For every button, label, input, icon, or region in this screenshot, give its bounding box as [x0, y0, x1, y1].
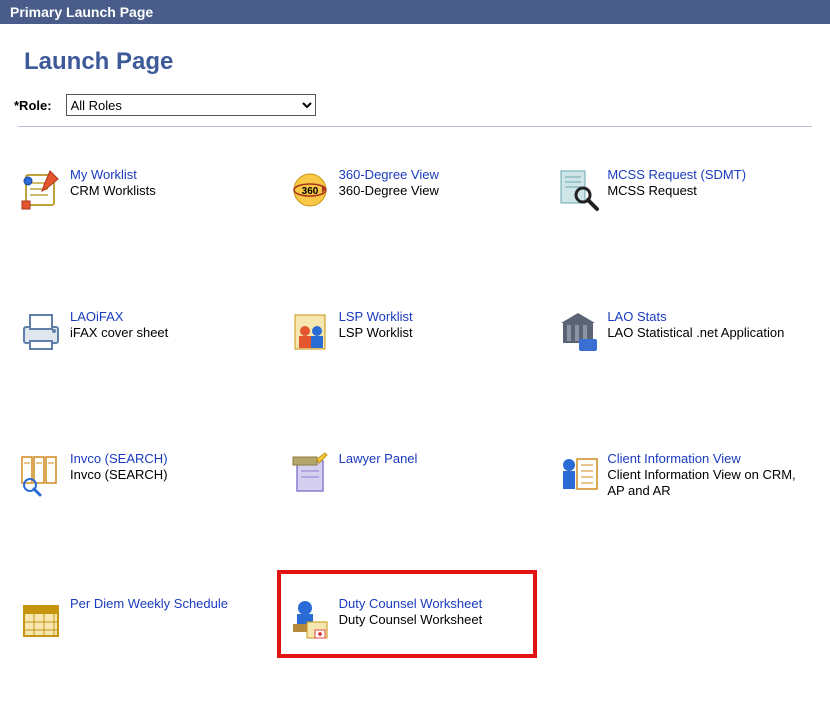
tile-link[interactable]: MCSS Request (SDMT): [607, 167, 746, 182]
content-area: Launch Page *Role: All Roles M: [0, 24, 830, 672]
tile-text: My Worklist CRM Worklists: [70, 167, 156, 199]
document-search-icon: [555, 167, 601, 213]
tile-lawyer-panel[interactable]: Lawyer Panel: [287, 451, 544, 500]
role-select[interactable]: All Roles: [66, 94, 316, 116]
tile-link[interactable]: LAO Stats: [607, 309, 784, 324]
tile-text: Lawyer Panel: [339, 451, 418, 467]
tile-desc: LSP Worklist: [339, 325, 413, 341]
person-files-icon: [287, 596, 333, 642]
client-info-icon: [555, 451, 601, 497]
tile-lsp[interactable]: LSP Worklist LSP Worklist: [287, 309, 544, 355]
tile-invco[interactable]: Invco (SEARCH) Invco (SEARCH): [18, 451, 275, 500]
svg-text:360: 360: [301, 186, 318, 197]
tile-mcss[interactable]: MCSS Request (SDMT) MCSS Request: [555, 167, 812, 213]
tile-desc: CRM Worklists: [70, 183, 156, 199]
tile-link[interactable]: 360-Degree View: [339, 167, 439, 182]
tile-text: Client Information View Client Informati…: [607, 451, 812, 500]
divider: [18, 126, 812, 127]
tile-link[interactable]: Invco (SEARCH): [70, 451, 168, 466]
tile-desc: iFAX cover sheet: [70, 325, 168, 341]
tile-laostats[interactable]: LAO Stats LAO Statistical .net Applicati…: [555, 309, 812, 355]
tile-link[interactable]: LSP Worklist: [339, 309, 413, 324]
tile-duty-counsel[interactable]: Duty Counsel Worksheet Duty Counsel Work…: [287, 596, 544, 642]
tile-link[interactable]: Client Information View: [607, 451, 812, 466]
tile-text: Per Diem Weekly Schedule: [70, 596, 228, 612]
tile-link[interactable]: Per Diem Weekly Schedule: [70, 596, 228, 611]
calendar-icon: [18, 596, 64, 642]
tile-desc: 360-Degree View: [339, 183, 439, 199]
people-icon: [287, 309, 333, 355]
tile-worklist[interactable]: My Worklist CRM Worklists: [18, 167, 275, 213]
tile-text: 360-Degree View 360-Degree View: [339, 167, 439, 199]
launch-grid: My Worklist CRM Worklists 360 360-Degree…: [18, 167, 812, 642]
tile-text: Invco (SEARCH) Invco (SEARCH): [70, 451, 168, 483]
tile-text: LAOiFAX iFAX cover sheet: [70, 309, 168, 341]
tile-desc: MCSS Request: [607, 183, 746, 199]
tile-link[interactable]: Duty Counsel Worksheet: [339, 596, 483, 611]
tile-link[interactable]: LAOiFAX: [70, 309, 168, 324]
tile-desc: LAO Statistical .net Application: [607, 325, 784, 341]
fax-icon: [18, 309, 64, 355]
role-row: *Role: All Roles: [14, 94, 812, 116]
tile-laoifax[interactable]: LAOiFAX iFAX cover sheet: [18, 309, 275, 355]
tile-per-diem[interactable]: Per Diem Weekly Schedule: [18, 596, 275, 642]
page-title-bar: Primary Launch Page: [0, 0, 830, 24]
tile-link[interactable]: My Worklist: [70, 167, 156, 182]
sphere-360-icon: 360: [287, 167, 333, 213]
tile-desc: Invco (SEARCH): [70, 467, 168, 483]
tile-360-view[interactable]: 360 360-Degree View 360-Degree View: [287, 167, 544, 213]
page-title-text: Primary Launch Page: [10, 4, 153, 20]
tile-text: LAO Stats LAO Statistical .net Applicati…: [607, 309, 784, 341]
stats-building-icon: [555, 309, 601, 355]
tile-text: LSP Worklist LSP Worklist: [339, 309, 413, 341]
docs-search-icon: [18, 451, 64, 497]
tile-text: Duty Counsel Worksheet Duty Counsel Work…: [339, 596, 483, 628]
worklist-icon: [18, 167, 64, 213]
role-label: *Role:: [14, 98, 52, 113]
notepad-icon: [287, 451, 333, 497]
tile-client-info[interactable]: Client Information View Client Informati…: [555, 451, 812, 500]
tile-desc: Client Information View on CRM, AP and A…: [607, 467, 812, 500]
tile-link[interactable]: Lawyer Panel: [339, 451, 418, 466]
page-heading: Launch Page: [24, 48, 812, 76]
tile-text: MCSS Request (SDMT) MCSS Request: [607, 167, 746, 199]
tile-desc: Duty Counsel Worksheet: [339, 612, 483, 628]
